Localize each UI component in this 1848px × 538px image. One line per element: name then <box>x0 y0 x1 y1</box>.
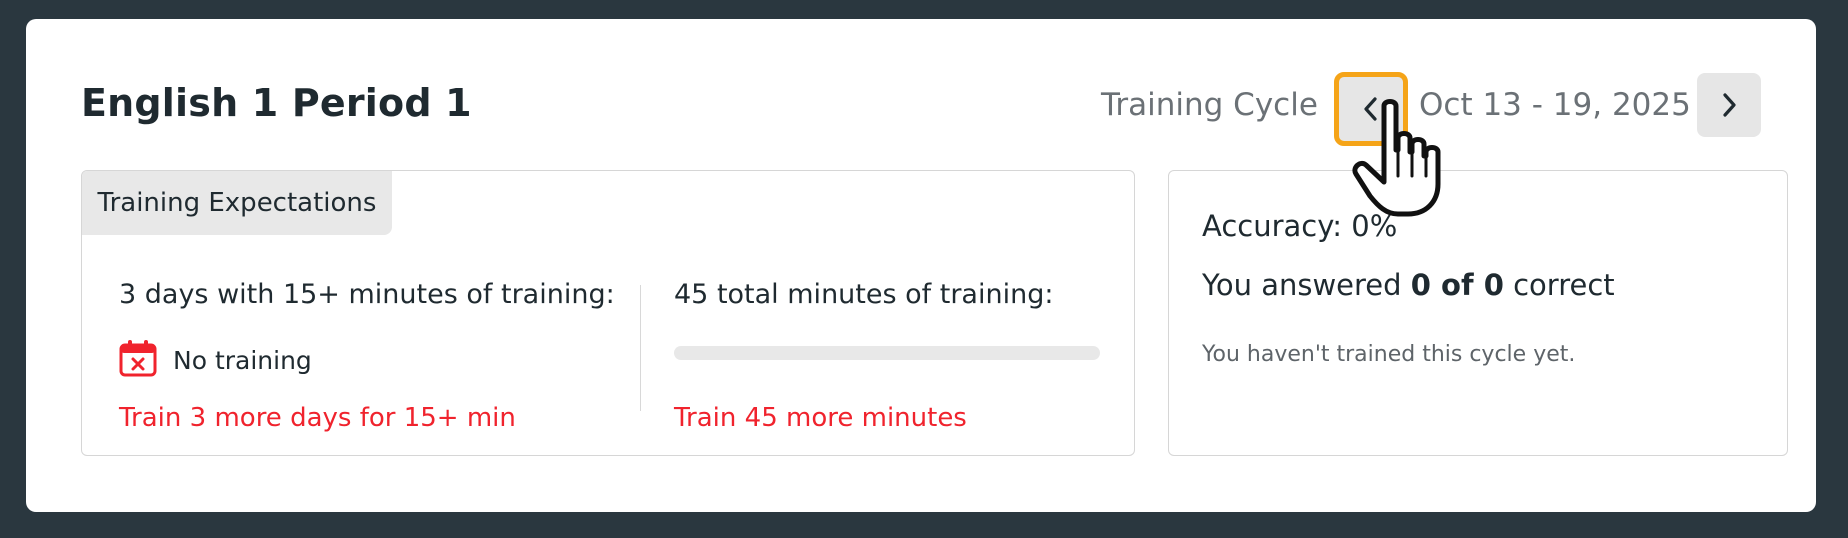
answered-value: 0 of 0 <box>1410 268 1504 302</box>
previous-cycle-button[interactable] <box>1334 72 1408 146</box>
answered-summary: You answered 0 of 0 correct <box>1202 268 1615 302</box>
answered-prefix: You answered <box>1202 268 1411 302</box>
accuracy-note: You haven't trained this cycle yet. <box>1202 342 1576 367</box>
answered-suffix: correct <box>1503 268 1615 302</box>
training-card: English 1 Period 1 Training Cycle Oct 13… <box>26 19 1816 512</box>
accuracy-panel: Accuracy: 0% You answered 0 of 0 correct… <box>1168 170 1788 456</box>
class-title: English 1 Period 1 <box>81 81 472 125</box>
training-cycle-label: Training Cycle <box>1101 87 1318 123</box>
minutes-warning-text: Train 45 more minutes <box>674 403 967 433</box>
calendar-x-icon <box>119 340 157 377</box>
minutes-progress-bar <box>674 346 1100 360</box>
training-expectations-tab: Training Expectations <box>82 171 392 235</box>
days-requirement-label: 3 days with 15+ minutes of training: <box>119 279 615 310</box>
chevron-left-icon <box>1364 97 1377 121</box>
next-cycle-button[interactable] <box>1697 73 1761 137</box>
days-warning-text: Train 3 more days for 15+ min <box>119 403 516 433</box>
days-status-text: No training <box>173 346 312 375</box>
cycle-date-range: Oct 13 - 19, 2025 <box>1419 87 1691 123</box>
accuracy-title: Accuracy: 0% <box>1202 209 1398 243</box>
column-divider <box>640 285 641 411</box>
training-expectations-panel: Training Expectations 3 days with 15+ mi… <box>81 170 1135 456</box>
minutes-requirement-label: 45 total minutes of training: <box>674 279 1054 310</box>
chevron-right-icon <box>1723 93 1736 117</box>
